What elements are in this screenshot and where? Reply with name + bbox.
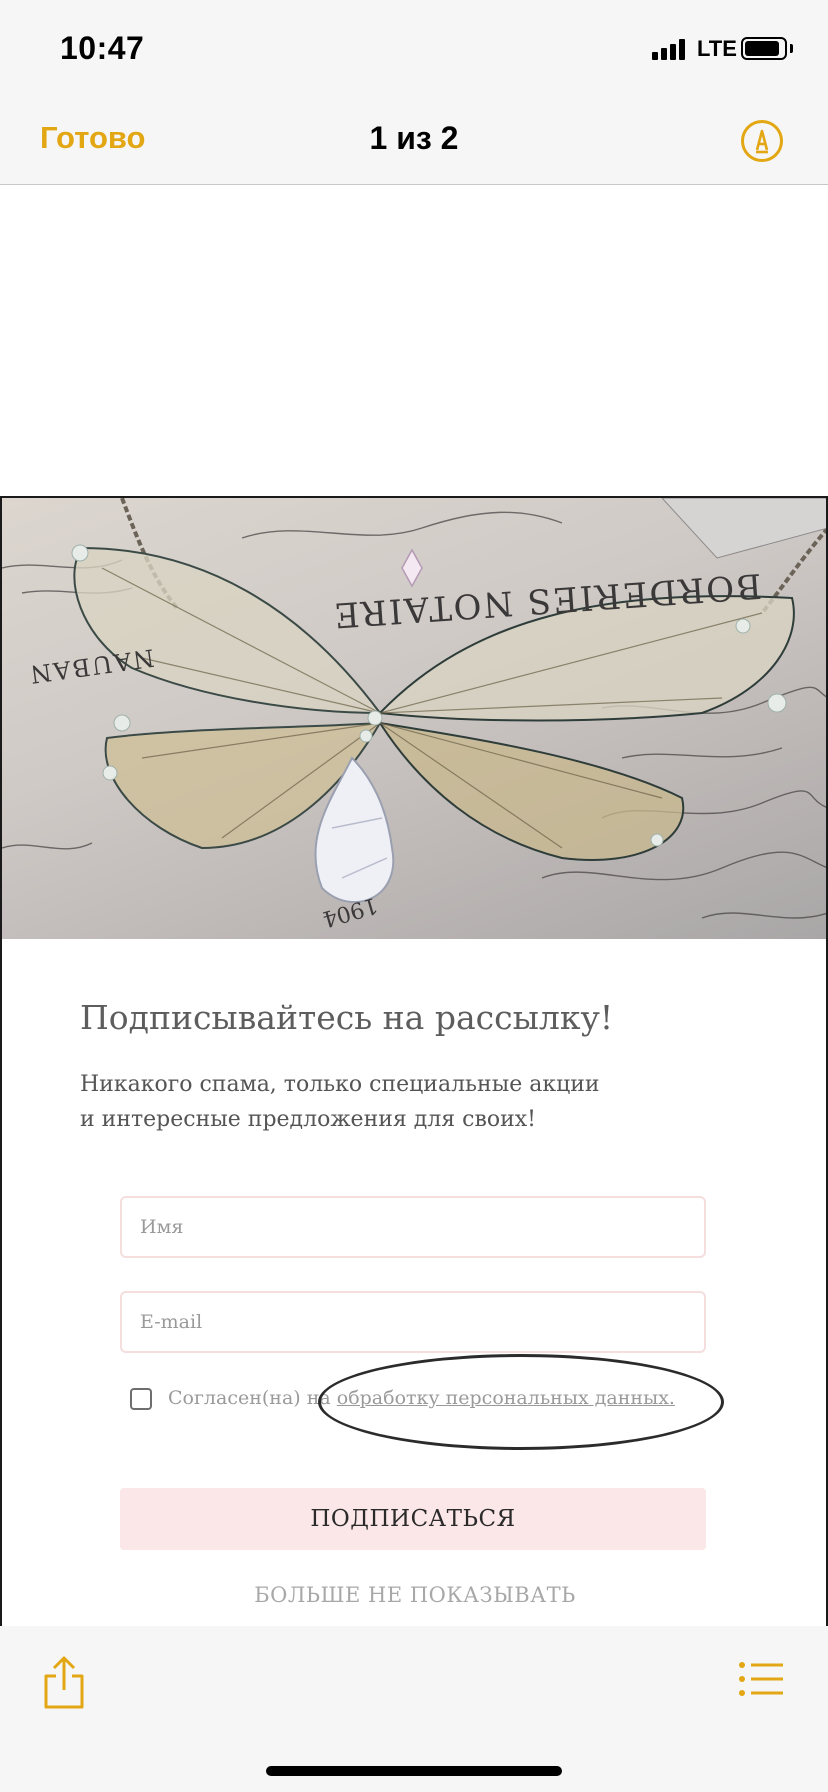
battery-icon bbox=[741, 37, 787, 60]
popup-heading: Подписывайтесь на рассылку! bbox=[80, 998, 614, 1037]
share-icon[interactable] bbox=[42, 1654, 86, 1710]
home-indicator[interactable] bbox=[266, 1766, 562, 1776]
dont-show-again-link[interactable]: БОЛЬШЕ НЕ ПОКАЗЫВАТЬ bbox=[2, 1583, 826, 1607]
list-icon[interactable] bbox=[738, 1661, 784, 1697]
popup-subtitle-line: и интересные предложения для своих! bbox=[80, 1107, 537, 1132]
network-type: LTE bbox=[697, 36, 737, 61]
email-field[interactable]: E-mail bbox=[120, 1291, 706, 1353]
markup-pen-icon[interactable] bbox=[741, 120, 783, 162]
bottom-toolbar bbox=[0, 1626, 828, 1792]
hero-image: BORDERIES NOTAIRE NAUBAN 1904 bbox=[2, 498, 826, 939]
popup-subtitle: Никакого спама, только специальные акции… bbox=[80, 1067, 680, 1137]
status-time: 10:47 bbox=[60, 30, 145, 66]
nav-bar: Готово 1 из 2 bbox=[0, 88, 828, 185]
butterfly-wing-necklace-photo bbox=[2, 498, 826, 919]
document-viewer[interactable]: BORDERIES NOTAIRE NAUBAN 1904 Подписывай… bbox=[0, 186, 828, 1668]
consent-checkbox[interactable] bbox=[130, 1388, 152, 1410]
status-bar: 10:47 LTE bbox=[0, 0, 828, 88]
battery-tip bbox=[790, 44, 793, 53]
popup-subtitle-line: Никакого спама, только специальные акции bbox=[80, 1072, 600, 1097]
screenshot-page: BORDERIES NOTAIRE NAUBAN 1904 Подписывай… bbox=[0, 496, 828, 1668]
signal-strength-icon bbox=[652, 38, 688, 60]
consent-prefix: Согласен(на) на bbox=[168, 1387, 337, 1409]
name-field[interactable]: Имя bbox=[120, 1196, 706, 1258]
annotation-circle bbox=[318, 1354, 724, 1450]
subscribe-button[interactable]: ПОДПИСАТЬСЯ bbox=[120, 1488, 706, 1550]
page-counter: 1 из 2 bbox=[369, 120, 459, 156]
